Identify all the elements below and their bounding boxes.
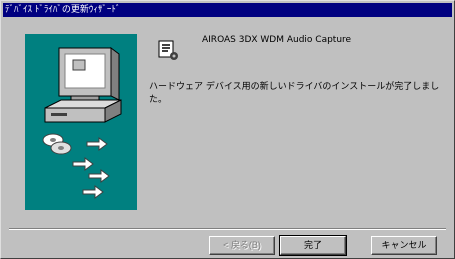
cd-discs-icon — [42, 133, 72, 155]
button-separator — [9, 228, 446, 230]
window-title: ﾃﾞﾊﾞｲｽ ﾄﾞﾗｲﾊﾞの更新ｳｨｻﾞｰﾄﾞ — [3, 3, 452, 17]
completion-message: ハードウェア デバイス用の新しいドライバのインストールが完了しました。 — [149, 82, 440, 105]
computer-case-icon — [44, 99, 122, 123]
sound-device-icon — [158, 39, 180, 61]
cancel-button[interactable]: キャンセル — [371, 236, 437, 255]
monitor-icon — [58, 47, 120, 103]
finish-button[interactable]: 完了 — [279, 235, 347, 256]
driver-update-wizard-window: ﾃﾞﾊﾞｲｽ ﾄﾞﾗｲﾊﾞの更新ｳｨｻﾞｰﾄﾞ AIROAS 3DX WDM A… — [0, 0, 455, 259]
back-button[interactable]: < 戻る(B) — [209, 236, 275, 255]
computer-and-cd-illustration — [42, 47, 122, 199]
device-name: AIROAS 3DX WDM Audio Capture — [202, 35, 352, 45]
wizard-illustration — [25, 34, 137, 210]
arrow-icons — [72, 137, 110, 199]
